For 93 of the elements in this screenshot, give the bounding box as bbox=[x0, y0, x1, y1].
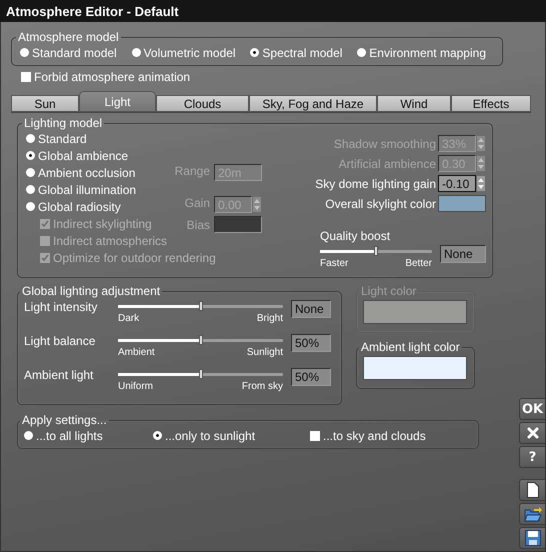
option-label: Indirect atmospherics bbox=[53, 234, 168, 248]
radio-button[interactable] bbox=[20, 48, 29, 57]
slider-thumb[interactable] bbox=[198, 369, 202, 379]
radio-button[interactable] bbox=[357, 48, 366, 57]
tab[interactable]: Sky, Fog and Haze bbox=[249, 95, 377, 112]
option-label: Spectral model bbox=[262, 46, 342, 60]
folder-icon bbox=[524, 506, 542, 522]
value-field[interactable]: 50% bbox=[291, 334, 331, 352]
group-title: Apply settings... bbox=[21, 413, 108, 427]
radio-button[interactable] bbox=[26, 168, 35, 177]
radio-option[interactable]: ...to all lights bbox=[24, 427, 103, 444]
color-swatch[interactable] bbox=[363, 356, 467, 380]
checkbox-option[interactable]: ...to sky and clouds bbox=[310, 427, 426, 444]
checkbox[interactable] bbox=[21, 72, 31, 82]
new-button[interactable] bbox=[519, 479, 545, 501]
save-button[interactable] bbox=[519, 527, 545, 549]
field-label: Gain bbox=[184, 196, 210, 210]
slider-thumb[interactable] bbox=[198, 301, 202, 311]
slider-label: Light intensity bbox=[24, 300, 98, 314]
radio-option[interactable]: Volumetric model bbox=[132, 44, 236, 61]
radio-option[interactable]: Environment mapping bbox=[357, 44, 486, 61]
slider-thumb[interactable] bbox=[374, 246, 378, 256]
radio-button[interactable] bbox=[26, 202, 35, 211]
group-title: Lighting model bbox=[23, 116, 104, 130]
radio-option[interactable]: ...only to sunlight bbox=[153, 427, 256, 444]
field-label: Overall skylight color bbox=[325, 196, 436, 210]
value-field[interactable]: None bbox=[440, 245, 486, 263]
option-label: Global radiosity bbox=[38, 200, 121, 214]
radio-button[interactable] bbox=[26, 134, 35, 143]
field-label: Sky dome lighting gain bbox=[315, 176, 436, 190]
option-label: Indirect skylighting bbox=[53, 216, 152, 230]
radio-button[interactable] bbox=[24, 431, 33, 440]
radio-button[interactable] bbox=[250, 48, 260, 57]
close-button[interactable] bbox=[519, 422, 545, 444]
value-field[interactable]: 50% bbox=[291, 368, 331, 386]
slider-max-label: Better bbox=[405, 258, 432, 269]
option-label: Optimize for outdoor rendering bbox=[53, 250, 216, 264]
option-label: Standard bbox=[38, 132, 87, 146]
tab[interactable]: Effects bbox=[451, 95, 531, 112]
option-label: Global illumination bbox=[38, 182, 136, 196]
radio-option[interactable]: Ambient occlusion bbox=[26, 164, 136, 181]
slider-thumb[interactable] bbox=[198, 335, 202, 345]
option-label: Environment mapping bbox=[369, 46, 486, 60]
option-label: Volumetric model bbox=[144, 46, 236, 60]
field-label: Range bbox=[174, 164, 210, 178]
tab[interactable]: Sun bbox=[11, 95, 79, 112]
close-icon bbox=[526, 427, 538, 439]
dialog-button[interactable]: ? bbox=[519, 446, 545, 468]
option-label: ...to sky and clouds bbox=[323, 428, 426, 442]
slider-label: Light balance bbox=[24, 334, 96, 348]
slider-label: Quality boost bbox=[320, 229, 392, 243]
option-label: Global ambience bbox=[38, 148, 128, 162]
radio-button[interactable] bbox=[153, 431, 162, 440]
radio-option[interactable]: Global illumination bbox=[26, 181, 136, 198]
option-label: Forbid atmosphere animation bbox=[34, 70, 190, 84]
radio-option[interactable]: Standard bbox=[26, 130, 87, 147]
option-label: ...to all lights bbox=[36, 428, 103, 442]
value-field[interactable]: None bbox=[291, 300, 331, 318]
window-title: Atmosphere Editor - Default bbox=[6, 4, 179, 18]
slider-min-label: Dark bbox=[118, 313, 140, 324]
radio-option[interactable]: Spectral model bbox=[250, 44, 342, 61]
document-icon bbox=[526, 482, 538, 498]
radio-option[interactable]: Global radiosity bbox=[26, 198, 121, 215]
open-button[interactable] bbox=[519, 503, 545, 525]
slider-max-label: Sunlight bbox=[246, 347, 283, 358]
radio-option[interactable]: Global ambience bbox=[26, 147, 128, 164]
option-label: Ambient occlusion bbox=[38, 166, 136, 180]
slider-max-label: From sky bbox=[242, 381, 283, 392]
option-label: ...only to sunlight bbox=[165, 428, 256, 442]
tab[interactable]: Wind bbox=[377, 95, 451, 112]
group-title: Global lighting adjustment bbox=[21, 284, 162, 298]
radio-button[interactable] bbox=[26, 185, 35, 194]
radio-option[interactable]: Standard model bbox=[20, 44, 117, 61]
slider-min-label: Faster bbox=[320, 258, 348, 269]
slider-label: Ambient light bbox=[24, 368, 94, 382]
color-swatch[interactable] bbox=[438, 195, 486, 212]
tab[interactable]: Clouds bbox=[156, 95, 249, 112]
radio-button[interactable] bbox=[26, 151, 35, 160]
field-label: Shadow smoothing bbox=[334, 136, 436, 150]
group-title: Atmosphere model bbox=[17, 30, 120, 44]
radio-button[interactable] bbox=[132, 48, 141, 57]
slider-max-label: Bright bbox=[256, 313, 283, 324]
tab[interactable]: Light bbox=[79, 91, 156, 112]
slider-min-label: Uniform bbox=[118, 381, 154, 392]
checkbox-option[interactable]: Forbid atmosphere animation bbox=[21, 68, 190, 85]
group-title: Ambient light color bbox=[360, 340, 461, 354]
group-title: Light color bbox=[360, 284, 418, 298]
checkbox[interactable] bbox=[310, 430, 320, 440]
slider-min-label: Ambient bbox=[118, 347, 155, 358]
field-label: Bias bbox=[186, 218, 210, 232]
field-label: Artificial ambience bbox=[338, 156, 436, 170]
dialog-button[interactable]: OK bbox=[519, 398, 545, 420]
option-label: Standard model bbox=[32, 46, 117, 60]
